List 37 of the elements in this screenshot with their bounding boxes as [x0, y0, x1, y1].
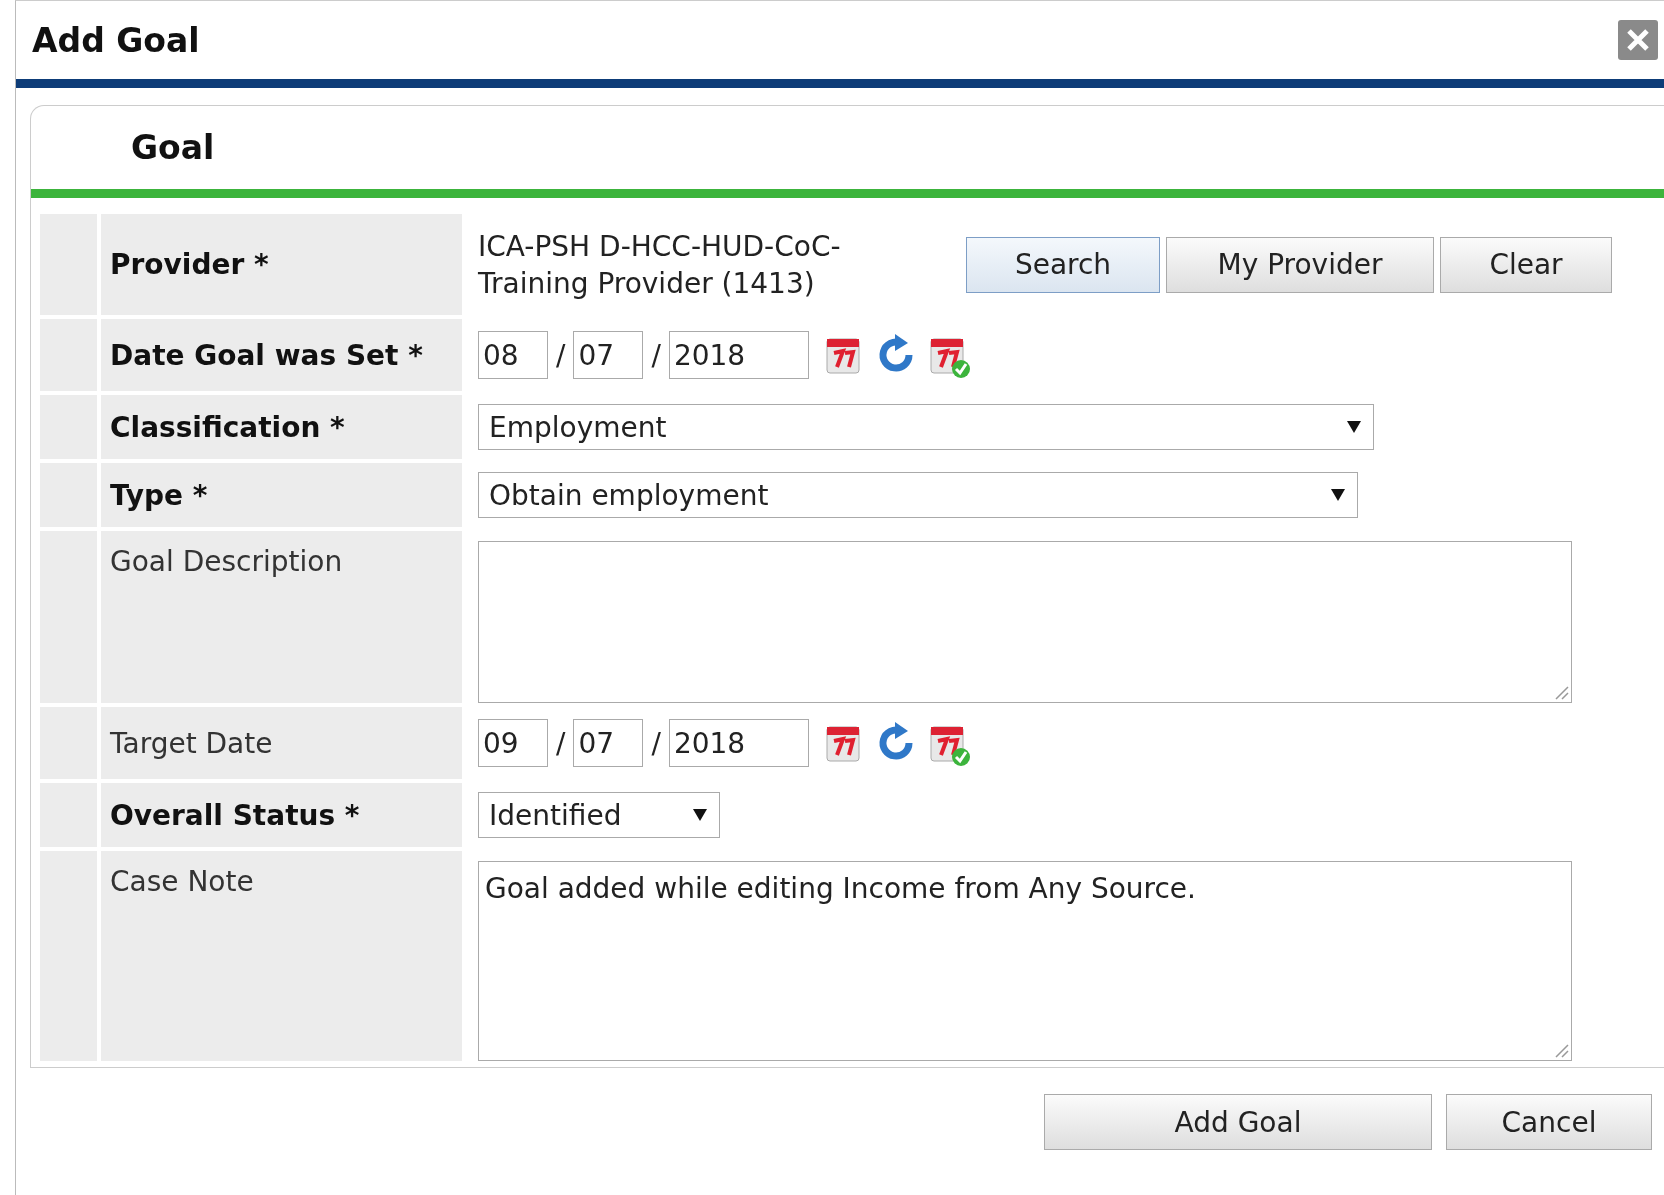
field-label: Classification *	[110, 410, 345, 444]
month-field[interactable]: 08	[478, 331, 548, 379]
select-field[interactable]: Obtain employment	[478, 472, 1358, 518]
dropdown-arrow-icon	[693, 809, 707, 821]
dialog-title: Add Goal	[32, 20, 200, 60]
field-label: Type *	[110, 478, 208, 512]
text-area-value: Goal added while editing Income from Any Source.	[485, 872, 1196, 905]
month-field[interactable]: 09	[478, 719, 548, 767]
day-field[interactable]: 07	[573, 331, 644, 379]
year-field[interactable]: 2018	[668, 719, 809, 767]
text-area[interactable]: Goal added while editing Income from Any Source.	[478, 861, 1572, 1061]
resize-grip-icon[interactable]	[1553, 1042, 1569, 1058]
field-label: Case Note	[110, 865, 254, 898]
provider-button[interactable]: My Provider	[1166, 236, 1434, 293]
resize-grip-icon[interactable]	[1553, 684, 1569, 700]
field-label: Provider *	[110, 248, 269, 281]
date-separator: /	[651, 726, 661, 760]
provider-button[interactable]: Search	[966, 236, 1160, 293]
dropdown-arrow-icon	[1347, 421, 1361, 433]
provider-button[interactable]: Clear	[1440, 236, 1612, 293]
day-field[interactable]: 07	[573, 719, 644, 767]
footer-button[interactable]: Cancel	[1446, 1094, 1652, 1150]
field-label: Date Goal was Set *	[110, 338, 423, 372]
footer-button[interactable]: Add Goal	[1044, 1094, 1432, 1150]
field-label: Overall Status *	[110, 798, 360, 832]
date-separator: /	[556, 338, 566, 372]
section-title: Goal	[131, 128, 215, 167]
dropdown-arrow-icon	[1331, 489, 1345, 501]
year-field[interactable]: 2018	[668, 331, 809, 379]
provider-value: ICA-PSH D-HCC-HUD-CoC-Training Provider (1413)	[478, 228, 842, 302]
close-icon[interactable]	[1618, 20, 1658, 60]
date-separator: /	[651, 338, 661, 372]
select-field[interactable]: Employment	[478, 404, 1374, 450]
date-separator: /	[556, 726, 566, 760]
select-field[interactable]: Identified	[478, 792, 720, 838]
field-label: Target Date	[110, 726, 273, 760]
field-label: Goal Description	[110, 545, 343, 578]
